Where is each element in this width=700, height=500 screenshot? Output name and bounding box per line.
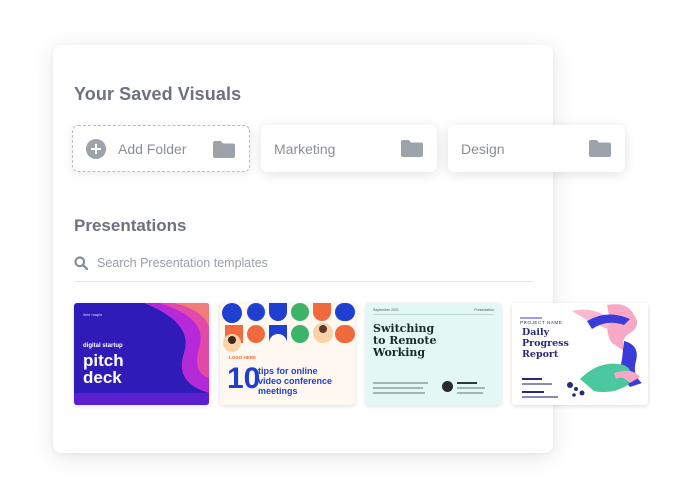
search-input[interactable]: Search Presentation templates xyxy=(97,256,268,270)
template-card-pitch-deck[interactable]: lime maple digital startup pitch deck xyxy=(74,303,209,405)
plus-circle-icon xyxy=(86,139,106,159)
body-text-placeholder xyxy=(373,392,425,394)
section-title-saved-visuals: Your Saved Visuals xyxy=(74,84,242,104)
folder-icon xyxy=(213,141,235,158)
folder-design[interactable]: Design xyxy=(448,125,625,172)
template-brand: LOGO HERE xyxy=(229,355,257,360)
template-title-line3: Working xyxy=(373,346,426,359)
template-title-line1: Daily xyxy=(522,327,550,338)
template-title-line3: Report xyxy=(522,349,559,360)
name-placeholder xyxy=(457,382,477,384)
template-subtitle: digital startup xyxy=(83,343,123,349)
search-bar[interactable]: Search Presentation templates xyxy=(74,250,534,282)
search-icon xyxy=(74,256,88,270)
template-title-line2: video conference xyxy=(258,376,333,386)
template-number: 10 xyxy=(227,362,261,395)
template-title-line1: pitch xyxy=(83,351,124,370)
template-title-line3: meetings xyxy=(258,386,298,396)
template-card-remote-working[interactable]: September 2021 Presentation Switching to… xyxy=(366,303,501,405)
text-placeholder xyxy=(522,378,542,380)
template-card-video-tips[interactable]: LOGO HERE 10 tips for online video confe… xyxy=(220,303,355,405)
folder-marketing[interactable]: Marketing xyxy=(261,125,437,172)
folder-icon xyxy=(401,140,423,157)
tips-shapes-art xyxy=(222,303,355,352)
template-date: September 2021 xyxy=(373,308,399,312)
template-title-line2: deck xyxy=(83,368,122,387)
email-placeholder xyxy=(457,392,483,394)
avatar xyxy=(442,381,453,392)
template-brand: lime maple xyxy=(83,312,103,317)
template-card-progress-report[interactable]: PROJECT NAME Daily Progress Report xyxy=(512,303,648,405)
add-folder-button[interactable]: Add Folder xyxy=(72,125,250,172)
text-placeholder xyxy=(522,383,552,385)
template-title-line2: Progress xyxy=(522,338,569,349)
template-title-line1: tips for online xyxy=(258,366,318,376)
header-divider xyxy=(373,314,494,315)
folder-label: Marketing xyxy=(274,140,336,157)
template-kicker: PROJECT NAME xyxy=(520,320,563,325)
body-text-placeholder xyxy=(373,382,428,384)
role-placeholder xyxy=(457,387,485,389)
add-folder-label: Add Folder xyxy=(118,140,187,157)
text-placeholder xyxy=(522,396,558,398)
section-title-presentations: Presentations xyxy=(74,216,187,235)
text-placeholder xyxy=(522,391,544,393)
body-text-placeholder xyxy=(373,387,423,389)
folder-icon xyxy=(589,140,611,157)
template-header-right: Presentation xyxy=(474,308,494,312)
folder-label: Design xyxy=(461,140,505,157)
